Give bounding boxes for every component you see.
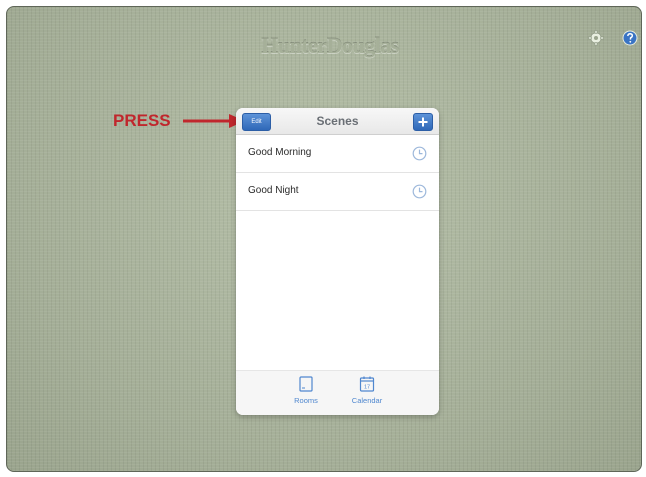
add-scene-button[interactable] — [413, 113, 433, 131]
scene-name: Good Night — [248, 185, 299, 196]
page-title: Scenes — [316, 114, 359, 128]
tab-rooms[interactable]: Rooms — [281, 375, 331, 405]
scene-list: Good Morning Good Night — [236, 135, 439, 211]
tab-label: Calendar — [351, 396, 383, 405]
clock-icon[interactable] — [412, 146, 427, 161]
calendar-day: 17 — [364, 384, 370, 390]
brand-logo: HunterDouglas — [261, 33, 399, 58]
scenes-panel: Edit Scenes Good Morning Good Night Room… — [236, 108, 439, 415]
scene-name: Good Morning — [248, 147, 312, 158]
calendar-icon: 17 — [359, 376, 375, 392]
app-screen: HunterDouglas PRESS Edit Scenes Good Mor… — [6, 6, 642, 472]
list-item[interactable]: Good Morning — [236, 135, 439, 173]
clock-icon[interactable] — [412, 184, 427, 199]
help-icon[interactable] — [621, 29, 639, 47]
scenes-header: Edit Scenes — [236, 108, 439, 135]
press-label: PRESS — [113, 111, 171, 130]
tab-calendar[interactable]: 17 Calendar — [342, 375, 392, 405]
tab-bar: Rooms 17 Calendar — [236, 370, 439, 415]
plus-icon — [418, 117, 428, 127]
rooms-icon — [299, 376, 313, 392]
tab-label: Rooms — [294, 396, 318, 405]
gear-icon[interactable] — [587, 29, 605, 47]
list-item[interactable]: Good Night — [236, 173, 439, 211]
